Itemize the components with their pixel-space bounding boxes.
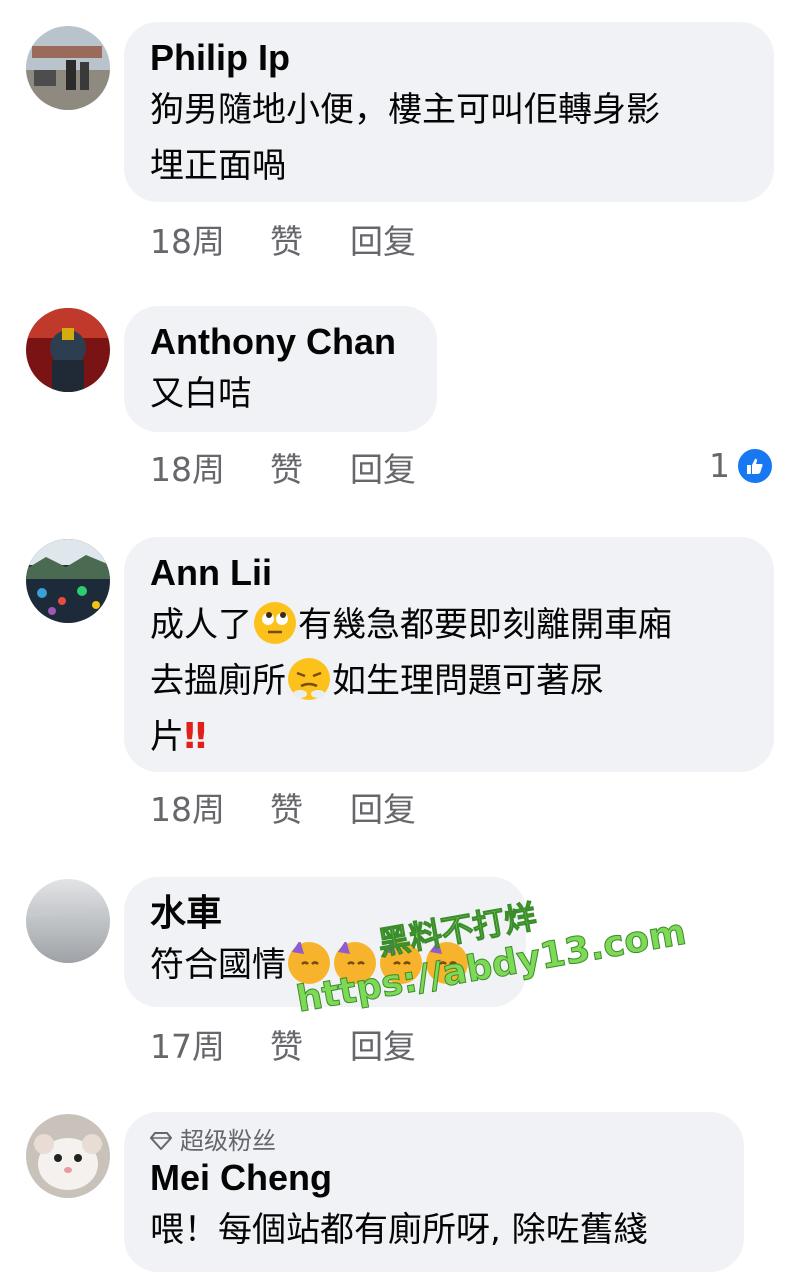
comment-bubble: 水車 符合國情	[124, 877, 526, 1007]
author-name[interactable]: Ann Lii	[150, 551, 746, 595]
reply-button[interactable]: 回复	[350, 222, 416, 262]
thumbs-up-icon	[736, 446, 774, 485]
like-button[interactable]: 赞	[270, 790, 350, 830]
timestamp[interactable]: 17周	[150, 1027, 270, 1067]
reply-button[interactable]: 回复	[350, 1027, 416, 1067]
avatar-philip-ip[interactable]	[26, 26, 110, 110]
huffing-face-emoji-icon	[288, 658, 330, 700]
comment-bubble: Anthony Chan 又白咭	[124, 306, 437, 432]
author-name[interactable]: Philip Ip	[150, 36, 746, 80]
comment-actions: 18周 赞 回复	[150, 790, 416, 830]
author-name[interactable]: Mei Cheng	[150, 1156, 716, 1200]
comment-actions: 18周 赞 回复	[150, 222, 416, 262]
top-fan-badge: 超级粉丝	[150, 1126, 716, 1156]
comment-text: 又白咭	[150, 374, 252, 414]
badge-label: 超级粉丝	[180, 1127, 276, 1155]
reply-button[interactable]: 回复	[350, 450, 416, 490]
like-button[interactable]: 赞	[270, 1027, 350, 1067]
comment-text: 喂！每個站都有廁所呀, 除咗舊綫	[150, 1210, 648, 1250]
comment-actions: 17周 赞 回复	[150, 1027, 416, 1067]
comment-bubble: 超级粉丝 Mei Cheng 喂！每個站都有廁所呀, 除咗舊綫	[124, 1112, 744, 1272]
eye-roll-emoji-icon	[254, 602, 296, 644]
partying-face-emoji-icon	[334, 942, 376, 984]
double-exclamation-icon: ‼	[184, 716, 206, 757]
partying-face-emoji-icon	[380, 942, 422, 984]
comment-bubble: Philip Ip 狗男隨地小便，樓主可叫佢轉身影 埋正面喎	[124, 22, 774, 202]
author-name[interactable]: Anthony Chan	[150, 320, 409, 364]
avatar-mei-cheng[interactable]	[26, 1114, 110, 1198]
diamond-icon	[150, 1132, 172, 1150]
like-button[interactable]: 赞	[270, 222, 350, 262]
avatar-shui-che[interactable]	[26, 879, 110, 963]
reaction-summary[interactable]: 1	[709, 446, 774, 485]
timestamp[interactable]: 18周	[150, 450, 270, 490]
comment-actions: 18周 赞 回复	[150, 450, 416, 490]
comment-bubble: Ann Lii 成人了 有幾急都要即刻離開車廂 去搵廁所 如生理問題可著尿 片‼	[124, 537, 774, 772]
timestamp[interactable]: 18周	[150, 790, 270, 830]
like-button[interactable]: 赞	[270, 450, 350, 490]
comment-text: 狗男隨地小便，樓主可叫佢轉身影 埋正面喎	[150, 90, 660, 186]
timestamp[interactable]: 18周	[150, 222, 270, 262]
avatar-ann-lii[interactable]	[26, 539, 110, 623]
comment-text: 成人了 有幾急都要即刻離開車廂 去搵廁所 如生理問題可著尿 片‼	[150, 597, 746, 765]
partying-face-emoji-icon	[426, 942, 468, 984]
comment-text: 符合國情	[150, 937, 498, 993]
partying-face-emoji-icon	[288, 942, 330, 984]
reply-button[interactable]: 回复	[350, 790, 416, 830]
author-name[interactable]: 水車	[150, 891, 498, 935]
reaction-count: 1	[709, 446, 730, 485]
avatar-anthony-chan[interactable]	[26, 308, 110, 392]
